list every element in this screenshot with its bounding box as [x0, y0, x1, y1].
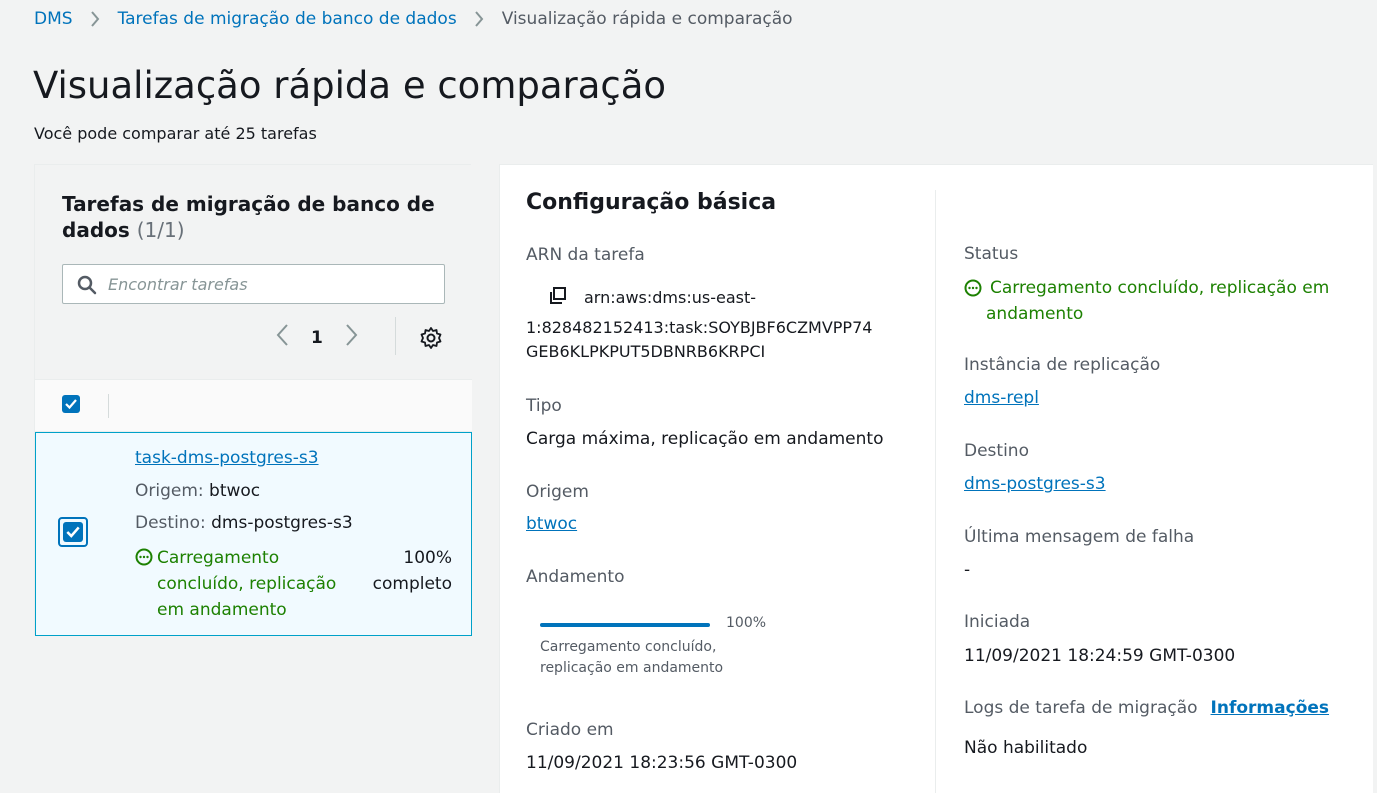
- page-number[interactable]: 1: [311, 328, 323, 348]
- task-origin-label: Origem:: [135, 481, 204, 501]
- pagination: 1: [275, 323, 359, 352]
- task-progress: 100% completo: [362, 545, 452, 597]
- task-origin: Origem: btwoc: [135, 481, 260, 501]
- copy-icon[interactable]: [548, 286, 568, 316]
- instance-link[interactable]: dms-repl: [964, 388, 1039, 408]
- progress-bar-fill: [540, 623, 710, 627]
- chevron-right-icon[interactable]: [345, 323, 359, 352]
- select-all-checkbox[interactable]: [62, 395, 80, 413]
- progress-description: Carregamento concluído, replicação em an…: [540, 637, 760, 679]
- task-target-value: dms-postgres-s3: [211, 513, 353, 533]
- checkbox-checked-icon: [62, 395, 80, 413]
- in-progress-icon: [135, 548, 153, 574]
- progress-desc-line-1: Carregamento concluído,: [540, 639, 717, 655]
- task-status-line-2: concluído, replicação: [157, 574, 337, 594]
- origin-link[interactable]: btwoc: [526, 514, 577, 534]
- instance-label: Instância de replicação: [964, 355, 1161, 375]
- column-divider: [935, 190, 936, 793]
- details-title: Configuração básica: [526, 190, 777, 215]
- search-box: [62, 264, 445, 304]
- status-line-2: andamento: [986, 304, 1084, 324]
- origin-label: Origem: [526, 482, 589, 502]
- type-value: Carga máxima, replicação em andamento: [526, 429, 884, 449]
- task-card[interactable]: task-dms-postgres-s3 Origem: btwoc Desti…: [35, 432, 472, 636]
- breadcrumb: DMS Tarefas de migração de banco de dado…: [34, 9, 793, 29]
- task-name-link[interactable]: task-dms-postgres-s3: [135, 448, 319, 468]
- progress-label: Andamento: [526, 567, 625, 587]
- task-status-line-1: Carregamento: [157, 548, 280, 568]
- started-value: 11/09/2021 18:24:59 GMT-0300: [964, 646, 1236, 666]
- target-label: Destino: [964, 441, 1029, 461]
- pager-divider: [395, 317, 396, 355]
- arn-line-2: 1:828482152413:task:SOYBJBF6CZMVPP74: [526, 318, 873, 337]
- chevron-right-icon: [90, 11, 100, 27]
- started-label: Iniciada: [964, 612, 1031, 632]
- logs-value: Não habilitado: [964, 738, 1088, 758]
- task-list-count: (1/1): [136, 218, 185, 242]
- task-status-line-3: em andamento: [157, 600, 287, 620]
- checkbox-checked-icon: [63, 522, 83, 542]
- info-link[interactable]: Informações: [1211, 698, 1329, 718]
- type-label: Tipo: [526, 396, 562, 416]
- task-status: Carregamento concluído, replicação em an…: [135, 545, 355, 623]
- task-target: Destino: dms-postgres-s3: [135, 513, 353, 533]
- chevron-right-icon: [474, 11, 484, 27]
- arn-first: arn:aws:dms:us-east-: [584, 288, 756, 307]
- arn-value: arn:aws:dms:us-east- 1:828482152413:task…: [526, 283, 916, 364]
- created-value: 11/09/2021 18:23:56 GMT-0300: [526, 753, 798, 773]
- breadcrumb-current: Visualização rápida e comparação: [501, 9, 793, 29]
- page-title: Visualização rápida e comparação: [33, 64, 667, 107]
- status-line-1: Carregamento concluído, replicação em: [990, 278, 1330, 298]
- progress-percent: 100%: [726, 615, 767, 631]
- target-link[interactable]: dms-postgres-s3: [964, 474, 1106, 494]
- task-target-label: Destino:: [135, 513, 206, 533]
- last-failure-label: Última mensagem de falha: [964, 527, 1195, 547]
- logs-label: Logs de tarefa de migração: [964, 698, 1198, 718]
- arn-line-3: GEB6KLPKPUT5DBNRB6KRPCI: [526, 342, 766, 361]
- task-progress-percent: 100%: [403, 548, 452, 568]
- search-input[interactable]: [108, 272, 428, 296]
- select-all-row: [35, 379, 472, 432]
- logs-row: Logs de tarefa de migração Informações: [964, 698, 1329, 718]
- status-value: Carregamento concluído, replicação em an…: [964, 275, 1354, 327]
- task-list-panel: Tarefas de migração de banco de dados (1…: [34, 164, 472, 636]
- task-list-title: Tarefas de migração de banco de dados (1…: [62, 191, 442, 243]
- created-label: Criado em: [526, 720, 614, 740]
- column-divider: [108, 394, 109, 418]
- page-description: Você pode comparar até 25 tarefas: [34, 124, 317, 143]
- task-list-header: Tarefas de migração de banco de dados (1…: [35, 165, 472, 379]
- breadcrumb-link-dms[interactable]: DMS: [34, 9, 73, 29]
- arn-label: ARN da tarefa: [526, 245, 645, 265]
- last-failure-value: -: [964, 560, 971, 580]
- gear-icon[interactable]: [419, 326, 443, 355]
- progress-desc-line-2: replicação em andamento: [540, 660, 724, 676]
- task-checkbox[interactable]: [58, 517, 88, 547]
- chevron-left-icon[interactable]: [275, 323, 289, 352]
- task-details-panel: Configuração básica ARN da tarefa arn:aw…: [499, 164, 1373, 793]
- breadcrumb-link-tasks[interactable]: Tarefas de migração de banco de dados: [118, 9, 457, 29]
- task-origin-value: btwoc: [209, 481, 261, 501]
- status-label: Status: [964, 244, 1019, 264]
- task-list-title-text: Tarefas de migração de banco de dados: [62, 192, 435, 242]
- task-progress-label: completo: [372, 574, 452, 594]
- in-progress-icon: [964, 279, 982, 305]
